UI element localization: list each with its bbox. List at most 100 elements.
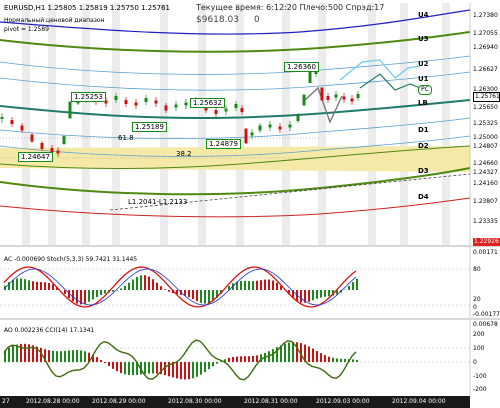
candle-body — [326, 96, 330, 100]
ac-bar — [204, 290, 206, 304]
ac-bar — [252, 281, 254, 290]
ao-bar — [60, 351, 62, 362]
ao-bar — [104, 362, 106, 364]
candle-body — [164, 105, 168, 111]
candle-body — [320, 87, 324, 101]
price-label-box[interactable]: 1.24647 — [18, 152, 53, 162]
time-tick: 2012.09.04 00:00 — [392, 398, 446, 405]
ao-bar — [84, 351, 86, 362]
ac-bar — [84, 290, 86, 304]
day-stripes — [22, 3, 450, 245]
ao-bar — [288, 342, 290, 362]
ao-bar — [256, 355, 258, 362]
candle-body — [350, 98, 354, 102]
ac-bar — [312, 290, 314, 301]
candle-body — [40, 143, 44, 149]
price-tick: 1.23807 — [473, 198, 498, 205]
time-tick: 2012.08.31 00:00 — [244, 398, 298, 405]
ac-axis-tick: -0.00177 — [473, 311, 500, 318]
ac-bar — [104, 290, 106, 294]
ao-bar — [272, 349, 274, 362]
ao-bar — [208, 362, 210, 370]
time-tick: 2012.08.29 00:00 — [92, 398, 146, 405]
ao-bar — [128, 362, 130, 375]
ao-bar — [80, 350, 82, 362]
candle-body — [296, 115, 300, 121]
ac-bar — [52, 284, 54, 290]
price-label-box[interactable]: 1.26360 — [284, 62, 319, 72]
ao-bar — [144, 362, 146, 374]
ac-bar — [188, 290, 190, 298]
candle-body — [114, 96, 118, 100]
ao-bar — [148, 362, 150, 374]
bottom-price-marker: 1.22926 — [473, 238, 500, 246]
price-label-box[interactable]: 1.25632 — [190, 98, 225, 108]
price-label-box[interactable]: 1.24879 — [206, 139, 241, 149]
ac-bar — [248, 281, 250, 290]
ao-bar — [180, 362, 182, 380]
price-label-box[interactable]: 1.25189 — [132, 122, 167, 132]
ao-bar — [240, 356, 242, 362]
pc-badge[interactable]: PC — [418, 85, 432, 95]
price-tick: 1.24327 — [473, 169, 498, 176]
ao-bar — [124, 362, 126, 375]
ao-bar — [68, 350, 70, 362]
ao-bar — [52, 350, 54, 362]
balance-suffix: 0 — [254, 15, 260, 25]
ac-bar — [120, 288, 122, 290]
level-lb: LB — [418, 99, 428, 107]
ac-bar — [240, 280, 242, 290]
ac-bar — [352, 282, 354, 290]
ao-bar — [12, 345, 14, 362]
candle-body — [334, 94, 338, 98]
candle-body — [20, 125, 24, 131]
ac-bar — [124, 285, 126, 290]
current-price-marker: 1.25761 — [473, 92, 500, 102]
ao-bar — [356, 359, 358, 362]
ao-bar — [72, 350, 74, 362]
ac-bar — [192, 290, 194, 300]
ac-axis-tick: 20 — [473, 296, 481, 303]
trend-label: L1.2041-L1.2133 — [128, 198, 188, 206]
ao-bar — [48, 350, 50, 362]
ao-bar — [176, 362, 178, 379]
price-tick: 1.24660 — [473, 160, 498, 167]
ac-bar — [20, 278, 22, 290]
candle-body — [10, 120, 14, 124]
d1-line — [0, 117, 471, 139]
candle-body — [302, 94, 306, 106]
time-tick: 27 — [2, 398, 10, 405]
level-d4: D4 — [418, 193, 429, 201]
ac-bar — [100, 290, 102, 296]
ac-bar — [160, 286, 162, 290]
ao-bar — [16, 344, 18, 362]
candle-body — [250, 132, 254, 136]
ac-bar — [144, 275, 146, 290]
ao-bar — [212, 362, 214, 367]
ac-bar — [72, 290, 74, 302]
symbol-quote: EURUSD,H1 1.25805 1.25819 1.25750 1.2576… — [4, 4, 170, 12]
price-label-box[interactable]: 1.25253 — [71, 92, 106, 102]
ac-bar — [40, 282, 42, 290]
ac-bar — [128, 282, 130, 290]
ac-bar — [36, 281, 38, 290]
ao-bar — [64, 350, 66, 362]
ao-bar — [316, 350, 318, 362]
candle-body — [68, 101, 72, 119]
ao-bar — [344, 359, 346, 362]
level-d2: D2 — [418, 142, 429, 150]
ao-bar — [204, 362, 206, 373]
ao-bar — [340, 358, 342, 362]
ao-bar — [96, 357, 98, 362]
ao-bar — [216, 362, 218, 364]
ao-axis-tick: 0 — [473, 359, 477, 366]
ao-indicator-label: AO 0.002236 CCI(14) 17.1341 — [4, 327, 95, 334]
candle-body — [174, 104, 178, 108]
candle-body — [144, 98, 148, 102]
ao-bar — [8, 347, 10, 362]
candle-body — [184, 102, 188, 106]
ac-bar — [260, 280, 262, 290]
candle-body — [224, 108, 228, 112]
ao-bar — [308, 346, 310, 362]
level-u4: U4 — [418, 11, 429, 19]
